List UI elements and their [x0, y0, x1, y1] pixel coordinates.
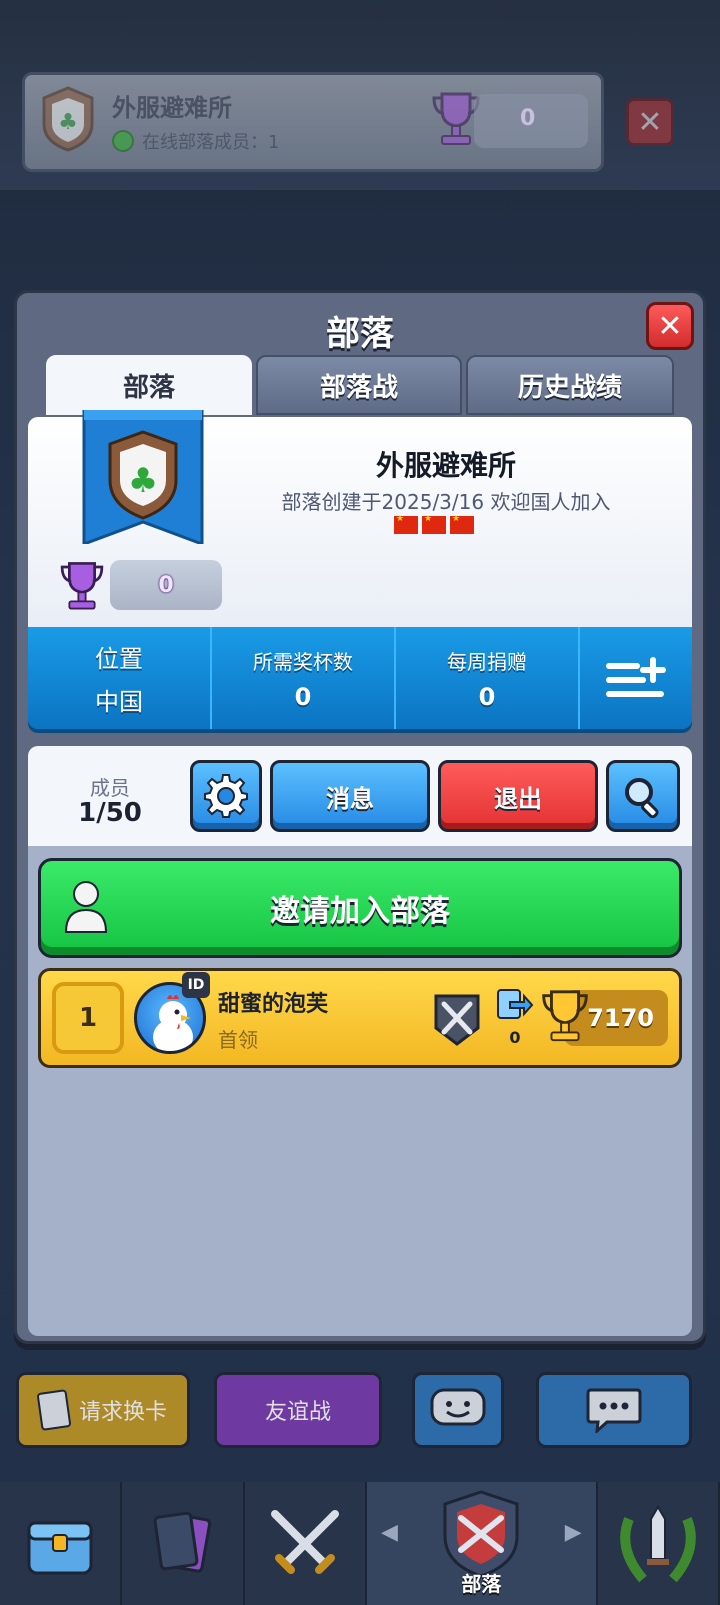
chevron-right-icon: ▶	[564, 1520, 582, 1545]
nav-clan[interactable]: ◀ ▶ 部落	[367, 1482, 598, 1605]
gold-trophy-icon	[542, 990, 588, 1042]
user-icon	[64, 881, 108, 933]
panel-title: 部落	[326, 314, 394, 354]
stat-location: 位置 中国	[28, 627, 212, 729]
stat-required-trophies-value: 0	[294, 682, 312, 711]
search-button[interactable]	[606, 760, 680, 832]
svg-text:♣: ♣	[58, 110, 78, 135]
stat-weekly-donations: 每周捐赠 0	[396, 627, 580, 729]
bottom-nav: ◀ ▶ 部落	[0, 1482, 720, 1605]
smiley-bubble-icon	[430, 1388, 486, 1426]
online-dot-icon	[112, 130, 134, 152]
chevron-left-icon: ◀	[381, 1520, 398, 1545]
tab-clan[interactable]: 部落	[46, 355, 252, 415]
nav-clan-label: 部落	[461, 1572, 502, 1596]
request-cards-button[interactable]: 请求换卡	[16, 1372, 190, 1448]
friendly-battle-button[interactable]: 友谊战	[214, 1372, 382, 1448]
gear-icon	[204, 774, 248, 818]
request-cards-label: 请求换卡	[78, 1400, 167, 1425]
nav-events[interactable]	[598, 1482, 720, 1605]
stat-required-trophies-label: 所需奖杯数	[253, 649, 353, 674]
message-button[interactable]: 消息	[270, 760, 430, 832]
clan-stats-bar: 位置 中国 所需奖杯数 0 每周捐赠 0	[28, 627, 692, 729]
background-trophy-value: 0	[520, 106, 536, 131]
stat-location-value: 中国	[95, 688, 143, 716]
chat-bubble-icon	[586, 1388, 642, 1433]
nav-cards[interactable]	[122, 1482, 245, 1605]
members-count: 1/50	[78, 798, 142, 828]
clan-trophy-count: 0	[110, 560, 222, 610]
cards-icon	[153, 1511, 211, 1573]
clan-name: 外服避难所	[375, 449, 516, 482]
nav-shop[interactable]	[0, 1482, 123, 1605]
stat-weekly-donations-label: 每周捐赠	[447, 649, 527, 674]
list-add-icon	[606, 657, 666, 697]
crossed-swords-icon	[270, 1509, 339, 1574]
cards-icon	[36, 1389, 72, 1431]
cn-flag-icon	[422, 514, 446, 534]
invite-button[interactable]: 邀请加入部落	[38, 858, 682, 958]
clan-description: 部落创建于2025/3/16 欢迎国人加入	[281, 490, 611, 514]
search-icon	[625, 778, 659, 818]
members-label: 成员	[90, 776, 130, 800]
id-badge: ID	[182, 972, 210, 998]
clan-badge-icon: ♣	[42, 86, 94, 152]
clan-shield-icon	[443, 1489, 519, 1578]
stat-location-label: 位置	[95, 645, 143, 673]
svg-text:♣: ♣	[128, 461, 158, 501]
cn-flag-icon	[450, 514, 474, 534]
member-name: 甜蜜的泡芙	[218, 992, 329, 1017]
stat-weekly-donations-value: 0	[478, 682, 496, 711]
settings-button[interactable]	[190, 760, 262, 832]
background-clan-name: 外服避难所	[112, 94, 232, 122]
tab-clan-war[interactable]: 部落战	[256, 355, 462, 415]
clan-menu-button[interactable]	[580, 627, 692, 729]
member-role: 首领	[218, 1028, 258, 1052]
emote-button[interactable]	[412, 1372, 504, 1448]
exit-button[interactable]: 退出	[438, 760, 598, 832]
cards-donate-icon	[497, 989, 534, 1019]
cn-flag-icon	[394, 514, 418, 534]
stat-required-trophies: 所需奖杯数 0	[212, 627, 396, 729]
background-online-text: 在线部落成员：1	[142, 132, 280, 153]
chat-button[interactable]	[536, 1372, 692, 1448]
chest-icon	[27, 1521, 93, 1574]
member-rank: 1	[52, 982, 124, 1054]
laurel-sword-icon	[620, 1504, 696, 1582]
crossed-swords-icon	[434, 994, 480, 1046]
close-icon: ✕	[657, 308, 683, 344]
close-button[interactable]: ✕	[646, 302, 694, 350]
trophy-icon	[60, 562, 104, 610]
clan-banner-icon: ♣	[82, 410, 204, 544]
nav-battle[interactable]	[245, 1482, 368, 1605]
background-online-status: 在线部落成员：1	[112, 128, 279, 154]
background-close-icon: ✕	[626, 98, 674, 146]
tab-history[interactable]: 历史战绩	[466, 355, 674, 415]
member-donations: 0	[509, 1028, 521, 1047]
flags-row	[394, 514, 474, 534]
